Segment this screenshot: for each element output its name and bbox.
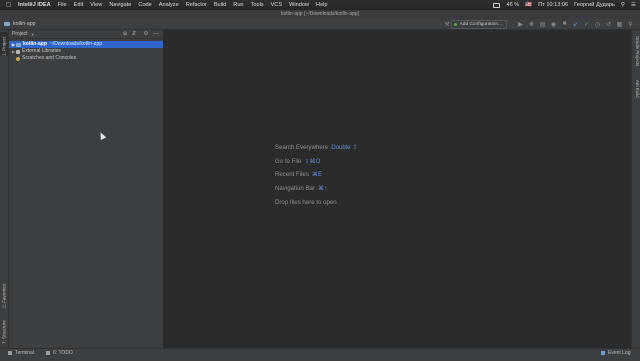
hint-label: Search Everywhere: [275, 144, 329, 151]
tree-item-path: ~/Downloads/kotlin-app: [49, 41, 103, 47]
menubar-status-area: 46 % 🇺🇸 Пт 10:13:06 Георгий Дударь ⚲ ☰: [487, 0, 636, 10]
hint-recent-files: Recent Files ⌘E: [275, 168, 357, 182]
menu-help[interactable]: Help: [316, 2, 328, 8]
status-bar: [0, 357, 640, 361]
tab-project[interactable]: 1: Project: [0, 32, 8, 56]
hint-shortcut: ⇧⌘O: [304, 157, 321, 165]
history-icon[interactable]: ◷: [594, 21, 601, 28]
run-toolbar: ⚒ Add Configuration... ▶ ❋ ▤ ◉ ■ ↙ ✓ ◷ ↺…: [440, 19, 634, 29]
menu-tools[interactable]: Tools: [251, 2, 264, 8]
hint-shortcut: Double ⇧: [331, 144, 358, 151]
menu-file[interactable]: File: [58, 2, 67, 8]
structure-icon[interactable]: ▦: [616, 21, 623, 28]
menu-run[interactable]: Run: [233, 2, 243, 8]
battery-level[interactable]: 46 %: [506, 2, 519, 8]
tree-item-label: External Libraries: [22, 48, 61, 54]
wifi-icon[interactable]: [493, 2, 501, 8]
menu-refactor[interactable]: Refactor: [186, 2, 207, 8]
revert-icon[interactable]: ↺: [605, 21, 612, 28]
vcs-update-icon[interactable]: ↙: [572, 21, 579, 28]
menu-analyze[interactable]: Analyze: [159, 2, 179, 8]
tab-label: 6: TODO: [53, 350, 73, 356]
menu-app-name[interactable]: IntelliJ IDEA: [18, 2, 51, 8]
tree-item-kotlin-app[interactable]: ▶ kotlin-app ~/Downloads/kotlin-app: [9, 41, 163, 48]
tab-event-log[interactable]: Event Log: [601, 349, 631, 357]
tab-label: Event Log: [608, 350, 631, 356]
apple-icon[interactable]: : [6, 2, 12, 9]
debug-icon[interactable]: ❋: [528, 21, 535, 28]
scratch-icon: [16, 56, 20, 61]
editor-hints: Search Everywhere Double ⇧ Go to File ⇧⌘O …: [275, 141, 357, 209]
spotlight-icon[interactable]: ⚲: [621, 2, 625, 8]
navigation-toolbar: kotlin-app ⚒ Add Configuration... ▶ ❋ ▤ …: [0, 19, 640, 30]
menubar-clock[interactable]: Пт 10:13:06: [538, 2, 568, 8]
collapse-all-icon[interactable]: ⇵: [131, 30, 137, 38]
left-tool-strip: 1: Project 2: Favorites 7: Structure: [0, 30, 9, 348]
breadcrumb-project[interactable]: kotlin-app: [13, 19, 36, 29]
right-tool-strip: Gradle Projects Ant Build: [631, 30, 640, 348]
project-tool-window: Project ▼ ⊕ ⇵ ⚙ — ▶ kotlin-app ~/Downloa…: [9, 30, 164, 348]
library-icon: [16, 49, 20, 54]
tree-item-label: Scratches and Consoles: [22, 55, 77, 61]
bottom-tool-bar: Terminal 6: TODO Event Log: [0, 348, 640, 361]
tab-todo[interactable]: 6: TODO: [46, 349, 73, 357]
tree-item-label: kotlin-app: [23, 41, 47, 47]
editor-empty-area[interactable]: Search Everywhere Double ⇧ Go to File ⇧⌘O …: [164, 30, 631, 348]
todo-icon: [46, 351, 50, 355]
profile-icon[interactable]: ◉: [550, 21, 557, 28]
project-view-selector[interactable]: Project: [12, 31, 28, 37]
menu-build[interactable]: Build: [214, 2, 226, 8]
hint-label: Recent Files: [275, 171, 309, 179]
event-log-icon: [601, 351, 605, 355]
folder-icon: [4, 22, 10, 26]
hint-shortcut: ⌘↑: [317, 185, 328, 193]
input-flag-icon[interactable]: 🇺🇸: [525, 2, 532, 8]
gear-icon[interactable]: ⚙: [143, 30, 149, 38]
hint-drop-files: Drop files here to open: [275, 196, 357, 210]
hint-label: Go to File: [275, 157, 302, 165]
hint-go-to-file: Go to File ⇧⌘O: [275, 155, 357, 169]
scroll-from-source-icon[interactable]: ⊕: [122, 30, 128, 38]
tab-structure[interactable]: 7: Structure: [0, 314, 8, 344]
menu-view[interactable]: View: [90, 2, 102, 8]
menu-vcs[interactable]: VCS: [271, 2, 283, 8]
menubar-user[interactable]: Георгий Дударь: [574, 2, 615, 8]
stop-icon[interactable]: ■: [561, 21, 568, 28]
tab-label: Terminal: [15, 350, 34, 356]
hide-panel-icon[interactable]: —: [153, 30, 159, 38]
breadcrumb[interactable]: kotlin-app: [4, 19, 36, 29]
search-icon[interactable]: ⚲: [627, 21, 634, 28]
macos-menubar:  IntelliJ IDEA File Edit View Navigate …: [0, 0, 640, 10]
hint-shortcut: ⌘E: [311, 171, 323, 179]
window-title: kotlin-app [~/Downloads/kotlin-app]: [281, 11, 359, 17]
tab-gradle-projects[interactable]: Gradle Projects: [632, 36, 640, 72]
run-icon[interactable]: ▶: [517, 21, 524, 28]
tab-favorites[interactable]: 2: Favorites: [0, 278, 8, 308]
menu-code[interactable]: Code: [138, 2, 151, 8]
tab-terminal[interactable]: Terminal: [8, 349, 34, 357]
coverage-icon[interactable]: ▤: [539, 21, 546, 28]
hammer-icon[interactable]: ⚒: [444, 21, 451, 28]
add-configuration-button[interactable]: Add Configuration...: [450, 19, 507, 29]
menu-navigate[interactable]: Navigate: [109, 2, 131, 8]
menu-list-icon[interactable]: ☰: [631, 2, 636, 8]
hint-search-everywhere: Search Everywhere Double ⇧: [275, 141, 357, 155]
chevron-down-icon[interactable]: ▼: [31, 32, 35, 37]
hint-navigation-bar: Navigation Bar ⌘↑: [275, 182, 357, 196]
tree-item-external-libraries[interactable]: ▶ External Libraries: [9, 48, 163, 55]
hint-label: Navigation Bar: [275, 185, 315, 193]
menu-edit[interactable]: Edit: [74, 2, 84, 8]
vcs-commit-icon[interactable]: ✓: [583, 21, 590, 28]
folder-icon: [16, 42, 21, 47]
tab-ant-build[interactable]: Ant Build: [632, 80, 640, 104]
hint-label: Drop files here to open: [275, 198, 337, 206]
project-panel-header: Project ▼ ⊕ ⇵ ⚙ —: [9, 30, 163, 39]
terminal-icon: [8, 351, 12, 355]
menu-window[interactable]: Window: [289, 2, 309, 8]
tree-item-scratches[interactable]: ▶ Scratches and Consoles: [9, 55, 163, 62]
